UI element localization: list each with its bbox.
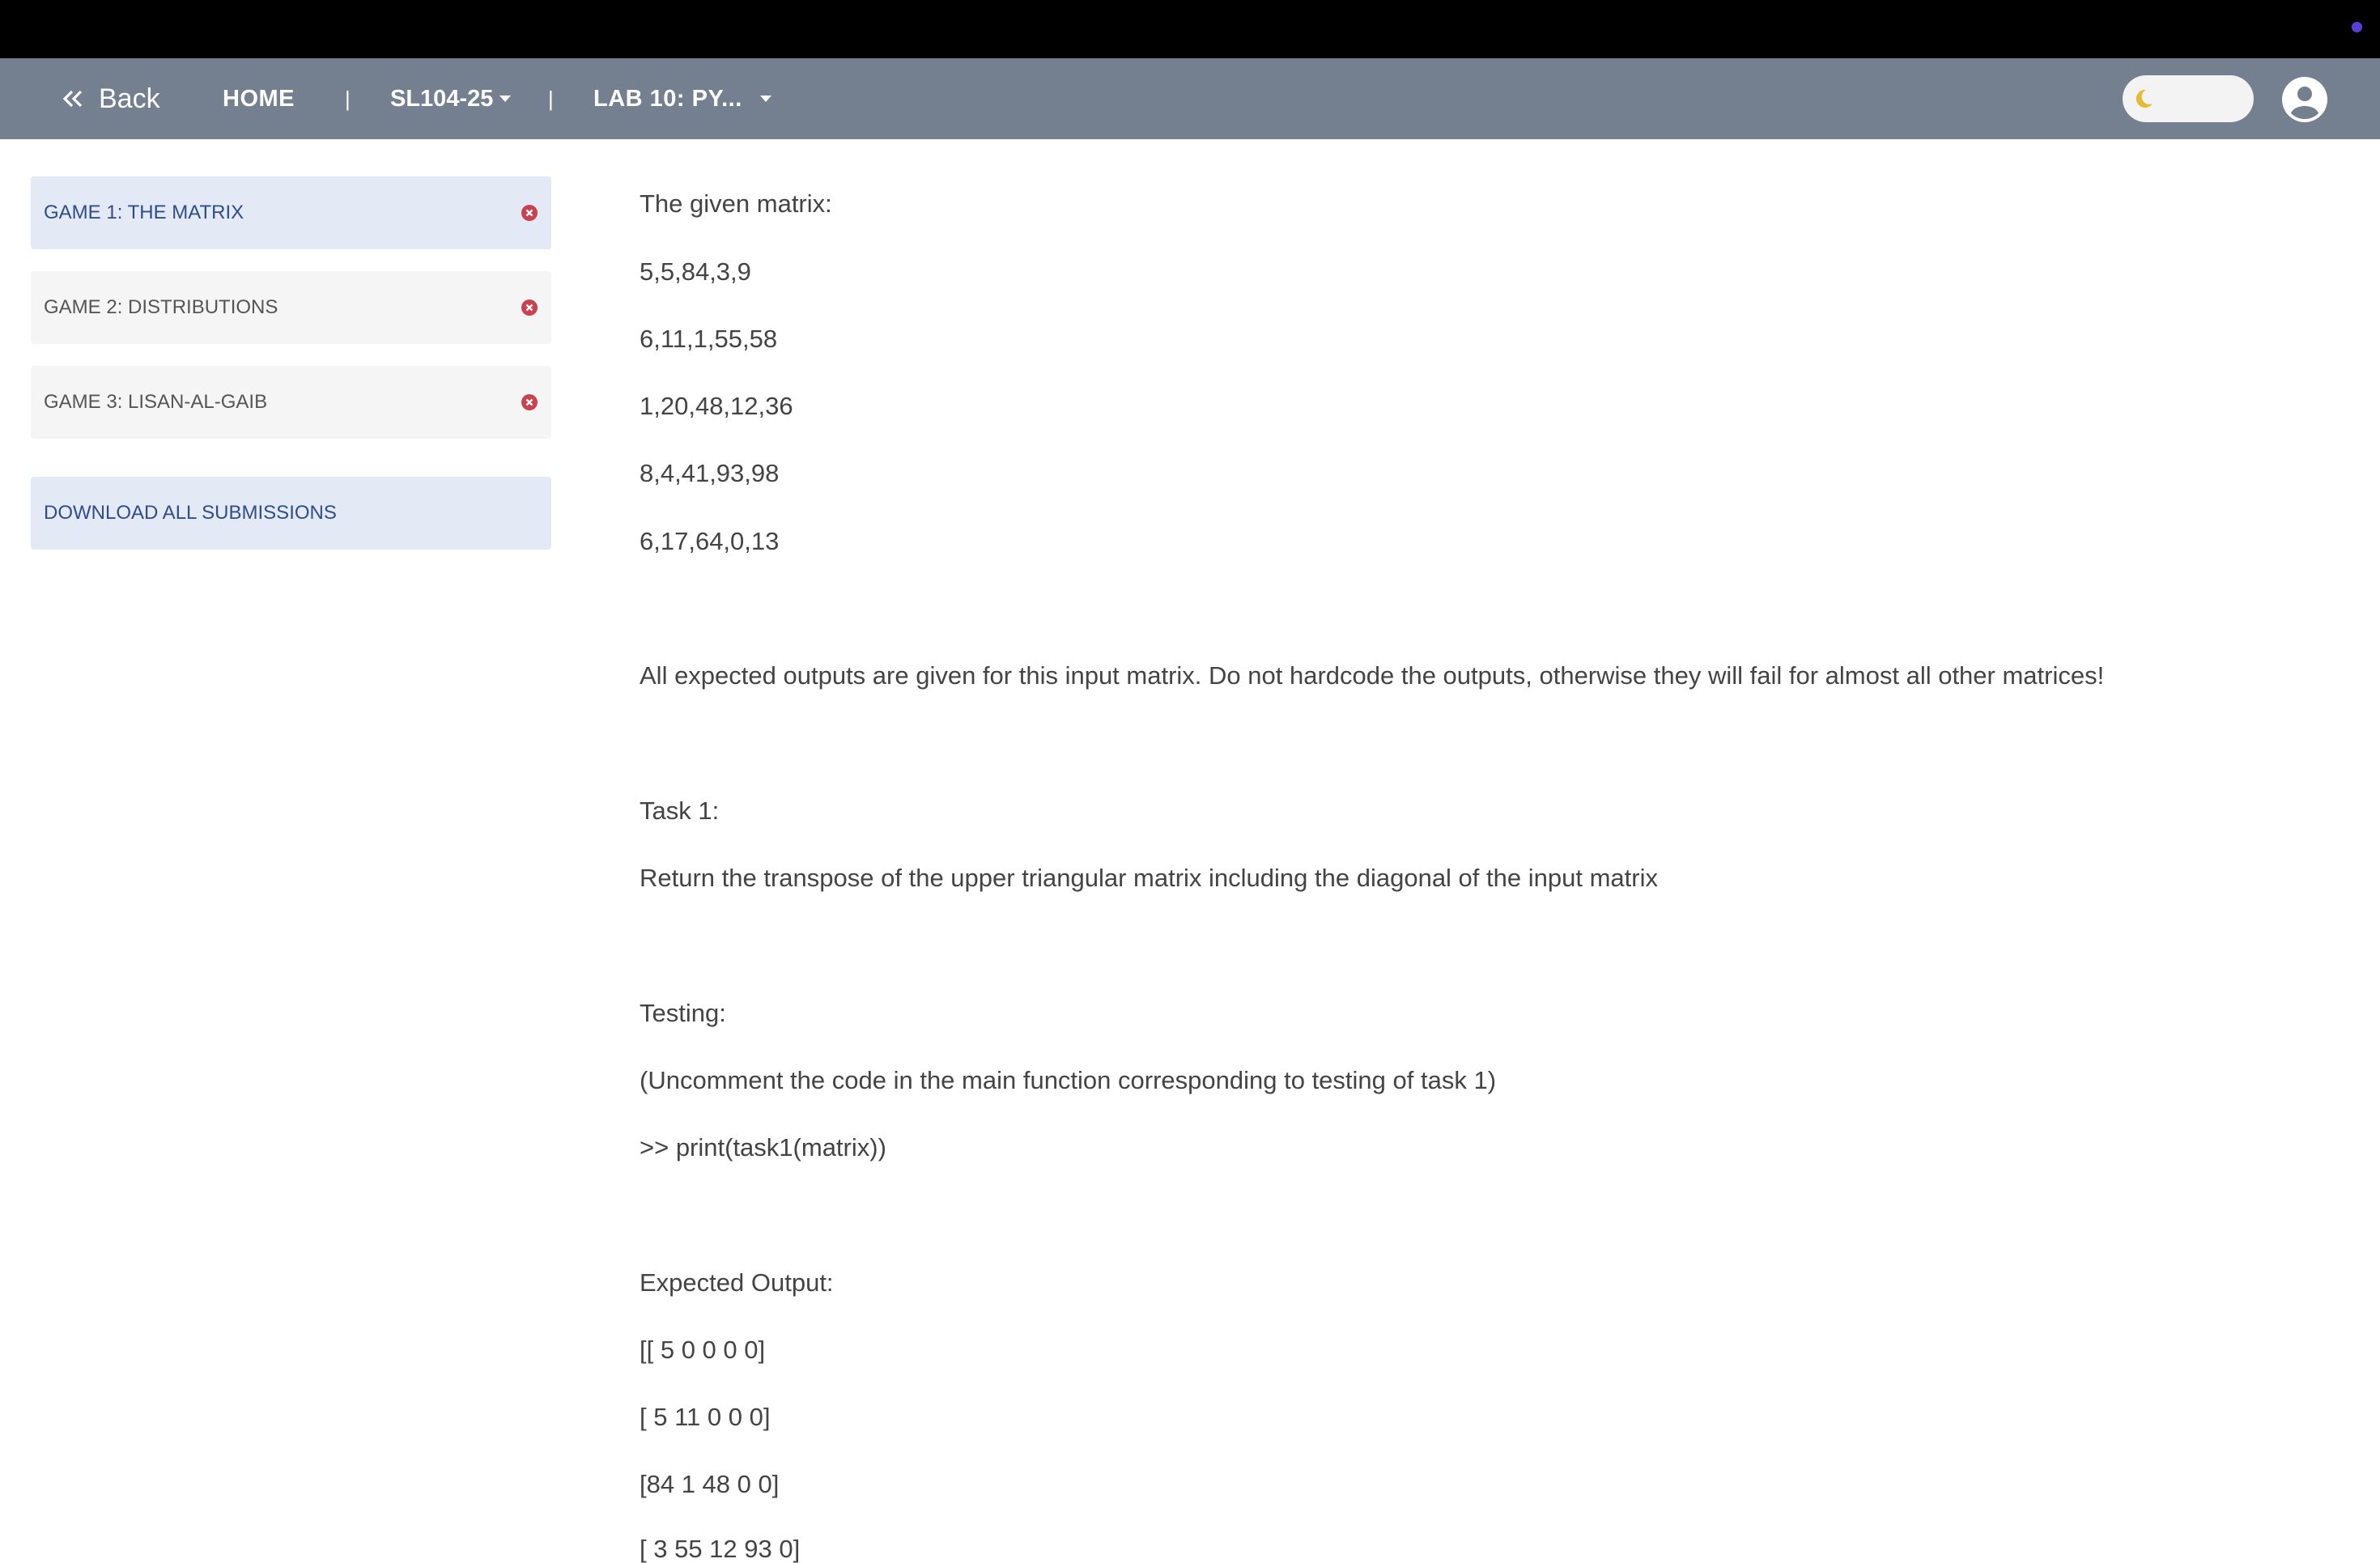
dark-mode-toggle[interactable]: [2123, 75, 2254, 122]
user-circle-icon: [2282, 77, 2327, 122]
output-row: [[ 5 0 0 0 0]: [640, 1336, 766, 1364]
content-line: The given matrix:: [640, 189, 832, 218]
course-label: SL104-25: [390, 85, 494, 112]
matrix-row: 6,11,1,55,58: [640, 325, 778, 353]
content-line: >> print(task1(matrix)): [640, 1133, 886, 1162]
caret-down-icon: [759, 96, 771, 102]
content-line: Testing:: [640, 999, 726, 1027]
back-button[interactable]: Back: [62, 58, 160, 139]
sidebar-item-game-1[interactable]: GAME 1: THE MATRIX: [31, 176, 551, 249]
close-circle-icon[interactable]: [521, 393, 538, 411]
content-line: All expected outputs are given for this …: [640, 661, 2105, 690]
home-link[interactable]: HOME: [223, 58, 295, 139]
navigation-bar: Back HOME | SL104-25 | LAB 10: PY...: [0, 58, 2380, 139]
content-line: Expected Output:: [640, 1268, 834, 1297]
sidebar-item-label: GAME 1: THE MATRIX: [44, 202, 244, 223]
matrix-row: 1,20,48,12,36: [640, 392, 793, 420]
matrix-row: 6,17,64,0,13: [640, 527, 780, 555]
matrix-row: 5,5,84,3,9: [640, 257, 751, 286]
moon-icon: [2136, 89, 2153, 108]
sidebar-item-game-2[interactable]: GAME 2: DISTRIBUTIONS: [31, 271, 551, 344]
sidebar-item-label: GAME 3: LISAN-AL-GAIB: [44, 391, 268, 413]
nav-separator: |: [548, 86, 554, 111]
double-chevron-left-icon: [62, 90, 83, 108]
lab-label: LAB 10: PY...: [593, 85, 742, 112]
status-dot: [2352, 22, 2362, 32]
content-line: Return the transpose of the upper triang…: [640, 864, 1658, 892]
lab-dropdown[interactable]: LAB 10: PY...: [593, 58, 771, 139]
download-all-submissions-button[interactable]: DOWNLOAD ALL SUBMISSIONS: [31, 477, 551, 550]
back-label: Back: [99, 83, 160, 114]
output-row: [ 5 11 0 0 0]: [640, 1403, 771, 1431]
output-row: [ 3 55 12 93 0]: [640, 1535, 801, 1563]
close-circle-icon[interactable]: [521, 204, 538, 222]
content-line: Task 1:: [640, 796, 720, 825]
course-dropdown[interactable]: SL104-25: [390, 58, 512, 139]
matrix-row: 8,4,41,93,98: [640, 459, 780, 487]
content-line: (Uncomment the code in the main function…: [640, 1066, 1497, 1094]
system-top-bar: [0, 0, 2380, 58]
sidebar-item-label: GAME 2: DISTRIBUTIONS: [44, 296, 278, 318]
user-menu-button[interactable]: [2281, 76, 2328, 123]
nav-separator: |: [345, 86, 351, 111]
sidebar-item-game-3[interactable]: GAME 3: LISAN-AL-GAIB: [31, 366, 551, 439]
caret-down-icon: [499, 96, 512, 102]
close-circle-icon[interactable]: [521, 299, 538, 316]
output-row: [84 1 48 0 0]: [640, 1470, 780, 1498]
